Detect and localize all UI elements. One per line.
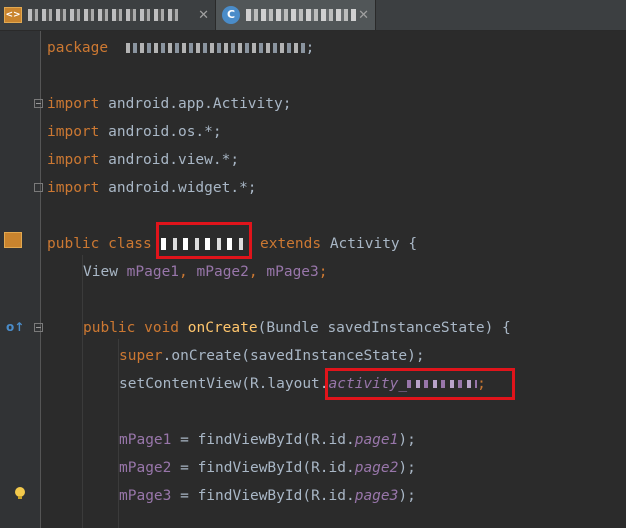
editor-tab-2[interactable]: C ✕ (216, 0, 376, 30)
view-id: page1 (354, 432, 399, 448)
field-name: mPage3 (266, 264, 319, 280)
field-name: mPage1 (119, 432, 172, 448)
keyword: import (47, 152, 100, 168)
semicolon: ; (305, 40, 315, 56)
statement: .onCreate(savedInstanceState); (162, 348, 425, 364)
class-gutter-icon[interactable] (4, 232, 22, 248)
android-file-icon: <> (4, 7, 22, 23)
statement: = findViewById(R.id. (171, 488, 355, 504)
method-params: (Bundle savedInstanceState) { (257, 320, 511, 336)
keyword: class (99, 236, 152, 252)
field-name: mPage3 (119, 488, 172, 504)
code-line-package: package ; (47, 38, 314, 58)
editor-tab-bar: <> ✕ C ✕ (0, 0, 626, 31)
import-path: android.os.*; (99, 124, 222, 140)
close-icon[interactable]: ✕ (358, 8, 369, 23)
import-path: android.widget.*; (99, 180, 257, 196)
close-icon[interactable]: ✕ (198, 8, 209, 23)
field-name: mPage1 (126, 264, 180, 280)
code-line-findview: mPage2 = findViewById(R.id.page2); (119, 458, 416, 478)
type-name: View (83, 264, 127, 280)
tab-label-redacted (28, 9, 178, 21)
code-line-import: import android.view.*; (47, 150, 239, 170)
method-name: onCreate (187, 320, 258, 336)
tab-label-redacted (246, 9, 356, 21)
code-line-import: import android.widget.*; (47, 178, 257, 198)
statement-end: ); (398, 488, 416, 504)
keyword: import (47, 180, 100, 196)
keyword: super (119, 348, 163, 364)
semicolon: ; (318, 264, 328, 280)
redacted-package-name (125, 43, 306, 53)
code-line-oncreate: public void onCreate(Bundle savedInstanc… (83, 318, 511, 338)
editor-tab-1[interactable]: <> ✕ (0, 0, 216, 30)
highlight-box-layout-name (325, 368, 515, 400)
keyword: package (47, 40, 109, 56)
statement-end: ); (398, 432, 416, 448)
code-line-findview: mPage1 = findViewById(R.id.page1); (119, 430, 416, 450)
field-name: mPage2 (119, 460, 172, 476)
code-line-super: super.onCreate(savedInstanceState); (119, 346, 425, 366)
code-line-findview: mPage3 = findViewById(R.id.page3); (119, 486, 416, 506)
statement: = findViewById(R.id. (171, 460, 355, 476)
highlight-box-class-name (156, 222, 252, 259)
code-line-import: import android.os.*; (47, 122, 222, 142)
code-editor[interactable]: package ; import android.app.Activity; i… (41, 31, 626, 528)
view-id: page3 (354, 488, 399, 504)
keyword: import (47, 96, 100, 112)
keyword: public void (83, 320, 188, 336)
separator: , (179, 264, 197, 280)
class-icon: C (222, 6, 240, 24)
field-name: mPage2 (196, 264, 249, 280)
statement: setContentView(R.layout. (119, 376, 329, 392)
view-id: page2 (354, 460, 399, 476)
import-path: android.app.Activity; (99, 96, 292, 112)
code-line-fields: View mPage1, mPage2, mPage3; (83, 262, 328, 282)
editor-gutter: o↑ (0, 31, 43, 528)
lightbulb-icon[interactable] (13, 486, 27, 500)
keyword: import (47, 124, 100, 140)
import-path: android.view.*; (99, 152, 240, 168)
keyword: extends (259, 236, 322, 252)
code-line-import: import android.app.Activity; (47, 94, 291, 114)
override-icon[interactable]: o↑ (6, 320, 24, 334)
statement-end: ); (398, 460, 416, 476)
statement: = findViewById(R.id. (171, 432, 355, 448)
indent-guide (82, 255, 83, 528)
keyword: public (47, 236, 100, 252)
separator: , (248, 264, 267, 280)
parent-class: Activity { (321, 236, 418, 252)
